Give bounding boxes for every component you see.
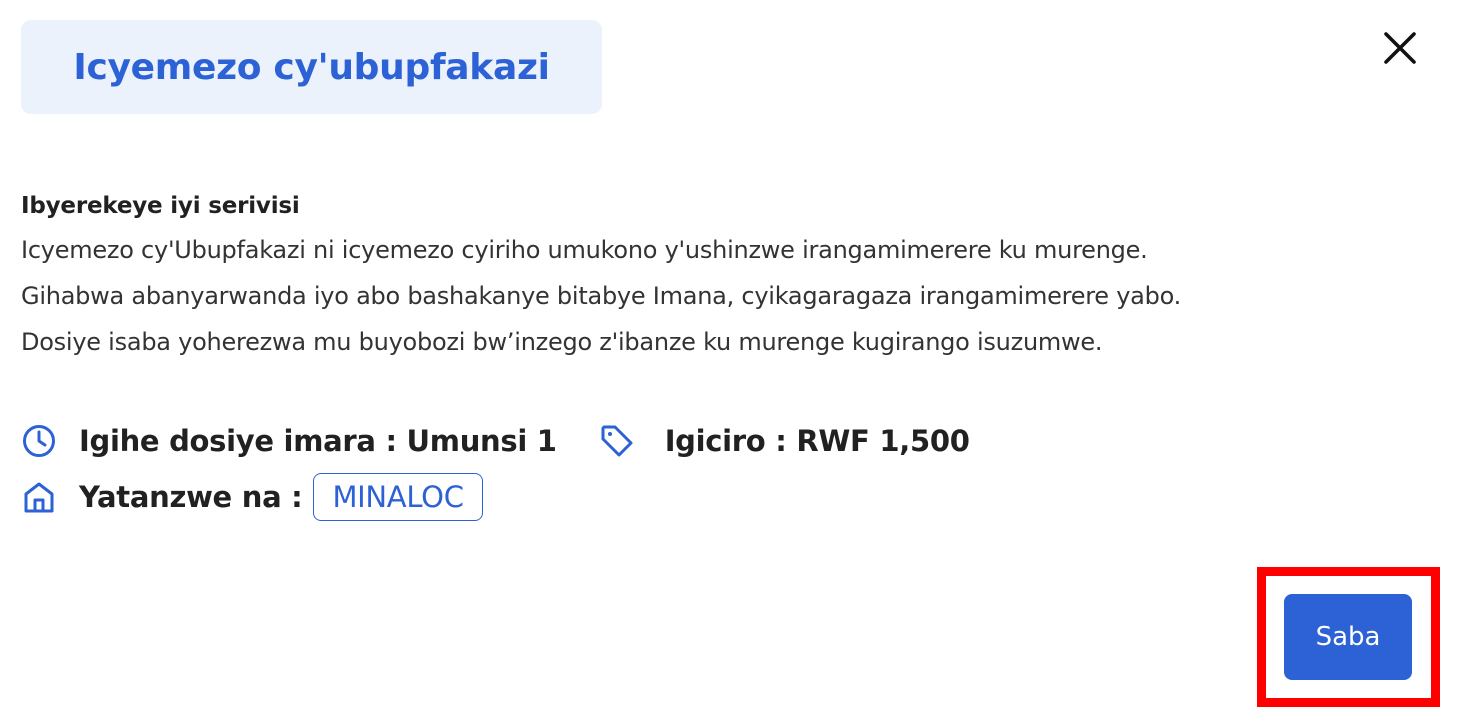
provider-label: Yatanzwe na : [79,480,303,514]
clock-icon [21,423,57,459]
provider-row: Yatanzwe na : MINALOC [21,473,483,521]
description-line: Icyemezo cy'Ubupfakazi ni icyemezo cyiri… [21,236,1148,264]
service-meta-row: Igihe dosiye imara : Umunsi 1 Igiciro : … [21,423,970,459]
home-icon [21,479,57,515]
dialog-title-container: Icyemezo cy'ubupfakazi [21,20,602,114]
description-line: Dosiye isaba yoherezwa mu buyobozi bw’in… [21,328,1103,356]
about-heading: Ibyerekeye iyi serivisi [21,193,300,219]
processing-time: Igihe dosiye imara : Umunsi 1 [79,424,557,458]
description-line: Gihabwa abanyarwanda iyo abo bashakanye … [21,282,1181,310]
dialog-title: Icyemezo cy'ubupfakazi [73,46,550,88]
tag-icon [599,423,635,459]
service-price: Igiciro : RWF 1,500 [664,424,970,458]
apply-button[interactable]: Saba [1284,594,1412,680]
close-button[interactable] [1378,26,1422,70]
close-icon [1384,32,1416,64]
provider-badge: MINALOC [313,473,483,521]
